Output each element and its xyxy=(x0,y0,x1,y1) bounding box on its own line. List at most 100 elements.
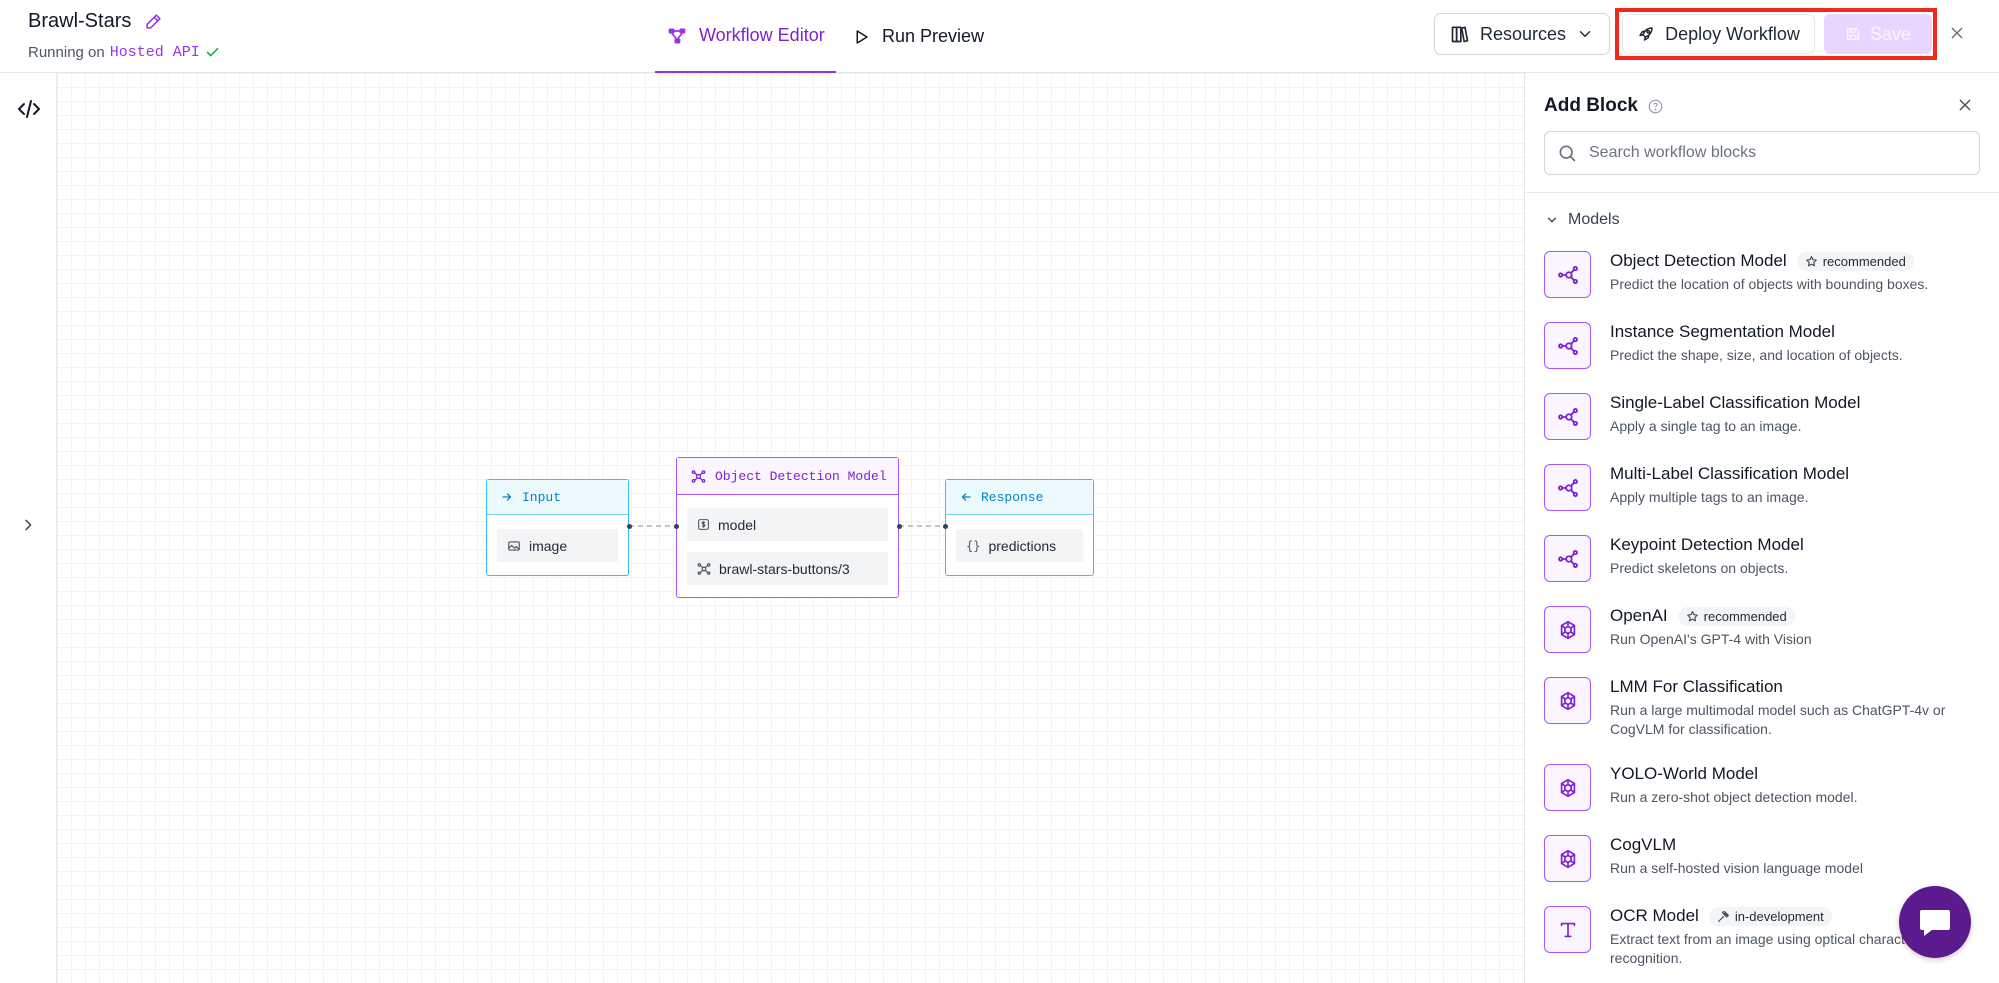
block-item[interactable]: Instance Segmentation Model Predict the s… xyxy=(1544,322,1984,382)
model-node-header: Object Detection Model xyxy=(677,458,898,495)
openai-icon xyxy=(1544,764,1591,811)
search-box xyxy=(1544,131,1980,175)
tab-run-preview-label: Run Preview xyxy=(882,26,985,46)
star-icon xyxy=(1805,255,1818,268)
block-item[interactable]: Single-Label Classification Model Apply a… xyxy=(1544,393,1984,453)
close-icon[interactable] xyxy=(1949,25,1965,41)
block-item[interactable]: OpenAI recommended Run OpenAI's GPT-4 with… xyxy=(1544,606,1984,666)
panel-title: Add Block xyxy=(1544,95,1663,117)
chevron-right-icon[interactable] xyxy=(20,516,36,534)
hosted-api-link[interactable]: Hosted API xyxy=(110,44,200,61)
block-name-row: OCR Model in-development xyxy=(1610,906,1832,926)
search-icon xyxy=(1557,143,1577,163)
block-name: Instance Segmentation Model xyxy=(1610,322,1835,341)
block-item[interactable]: YOLO-World Model Run a zero-shot object d… xyxy=(1544,764,1984,824)
workflow-canvas[interactable]: Input image Object Detection Model model xyxy=(57,73,1524,983)
deploy-workflow-button[interactable]: Deploy Workflow xyxy=(1622,14,1815,54)
model-input-port[interactable] xyxy=(674,524,679,529)
block-item[interactable]: CogVLM Run a self-hosted vision language … xyxy=(1544,835,1984,895)
openai-icon xyxy=(1544,606,1591,653)
pencil-icon[interactable] xyxy=(145,13,162,30)
input-node-title: Input xyxy=(522,489,562,505)
model-node-title: Object Detection Model xyxy=(715,468,887,484)
model-icon xyxy=(1544,393,1591,440)
panel-close-icon[interactable] xyxy=(1957,97,1973,113)
chat-button[interactable] xyxy=(1899,886,1971,958)
code-icon[interactable] xyxy=(17,99,41,119)
block-name: OpenAI xyxy=(1610,606,1668,625)
block-name-row: Keypoint Detection Model xyxy=(1610,535,1804,555)
star-icon xyxy=(1686,610,1699,623)
model-id-label: brawl-stars-buttons/3 xyxy=(719,560,850,577)
object-detection-node[interactable]: Object Detection Model model brawl-stars… xyxy=(676,457,899,598)
response-node-header: Response xyxy=(946,480,1093,515)
block-name-row: CogVLM xyxy=(1610,835,1676,855)
braces-icon: {} xyxy=(966,538,981,553)
block-name: Single-Label Classification Model xyxy=(1610,393,1861,412)
block-badge: recommended xyxy=(1796,251,1914,271)
block-badge: recommended xyxy=(1677,606,1795,626)
block-name: CogVLM xyxy=(1610,835,1677,854)
block-name: Multi-Label Classification Model xyxy=(1610,464,1850,483)
text-icon xyxy=(1544,906,1591,953)
model-field-label: model xyxy=(718,516,757,533)
block-name: LMM For Classification xyxy=(1610,677,1783,696)
response-input-port[interactable] xyxy=(943,524,948,529)
response-node[interactable]: Response {} predictions xyxy=(945,479,1094,576)
model-icon xyxy=(1544,535,1591,582)
block-description: Run a zero-shot object detection model. xyxy=(1610,789,1858,805)
running-status: Running on Hosted API xyxy=(28,44,220,61)
resources-button[interactable]: Resources xyxy=(1434,13,1610,55)
model-output-port[interactable] xyxy=(897,524,902,529)
input-output-port[interactable] xyxy=(627,524,632,529)
openai-icon xyxy=(1544,677,1591,724)
block-badge: in-development xyxy=(1708,906,1832,926)
block-item[interactable]: LMM For Classification Run a large multim… xyxy=(1544,677,1984,737)
section-models[interactable]: Models xyxy=(1545,211,1620,229)
chevron-down-icon xyxy=(1576,25,1594,43)
block-badge-label: in-development xyxy=(1734,908,1824,924)
tab-workflow-editor[interactable]: Workflow Editor xyxy=(655,0,836,73)
input-node-header: Input xyxy=(487,480,628,515)
model-icon xyxy=(1544,251,1591,298)
block-name-row: Object Detection Model recommended xyxy=(1610,251,1914,271)
block-item[interactable]: Multi-Label Classification Model Apply mu… xyxy=(1544,464,1984,524)
top-header: Brawl-Stars Running on Hosted API Workfl… xyxy=(0,0,1999,73)
tab-workflow-editor-label: Workflow Editor xyxy=(699,25,825,45)
block-item[interactable]: Object Detection Model recommended Predict… xyxy=(1544,251,1984,311)
openai-icon xyxy=(1544,835,1591,882)
books-icon xyxy=(1450,24,1470,44)
resources-label: Resources xyxy=(1479,23,1567,44)
save-button[interactable]: Save xyxy=(1824,14,1932,54)
block-description: Predict the location of objects with bou… xyxy=(1610,276,1929,292)
workflow-icon xyxy=(667,26,687,46)
search-input[interactable] xyxy=(1589,144,1949,162)
block-name: Object Detection Model xyxy=(1610,251,1787,270)
section-chevron-down-icon xyxy=(1545,213,1559,227)
panel-divider xyxy=(1525,192,1999,193)
model-icon xyxy=(1544,322,1591,369)
block-description: Run OpenAI's GPT-4 with Vision xyxy=(1610,631,1812,647)
play-icon xyxy=(852,28,870,46)
block-item[interactable]: Keypoint Detection Model Predict skeleton… xyxy=(1544,535,1984,595)
help-icon[interactable] xyxy=(1648,99,1663,114)
image-icon xyxy=(507,539,521,553)
chat-bubble-icon xyxy=(1918,907,1952,937)
response-field-label: predictions xyxy=(988,537,1057,554)
floppy-icon xyxy=(1845,26,1861,42)
input-field-image: image xyxy=(497,529,618,562)
deploy-workflow-label: Deploy Workflow xyxy=(1665,23,1800,44)
block-name-row: Single-Label Classification Model xyxy=(1610,393,1860,413)
tab-run-preview[interactable]: Run Preview xyxy=(852,0,984,73)
block-name-row: YOLO-World Model xyxy=(1610,764,1758,784)
arrow-right-icon xyxy=(501,491,513,503)
left-rail xyxy=(0,73,57,983)
block-description: Run a large multimodal model such as Cha… xyxy=(1610,702,1946,737)
block-name-row: Multi-Label Classification Model xyxy=(1610,464,1849,484)
workflow-name: Brawl-Stars xyxy=(28,10,132,32)
input-node[interactable]: Input image xyxy=(486,479,629,576)
block-description: Run a self-hosted vision language model xyxy=(1610,860,1863,876)
section-models-label: Models xyxy=(1568,211,1620,228)
hammer-icon xyxy=(1717,910,1730,923)
add-block-panel: Add Block Models Object Detection Model r… xyxy=(1524,73,1999,983)
